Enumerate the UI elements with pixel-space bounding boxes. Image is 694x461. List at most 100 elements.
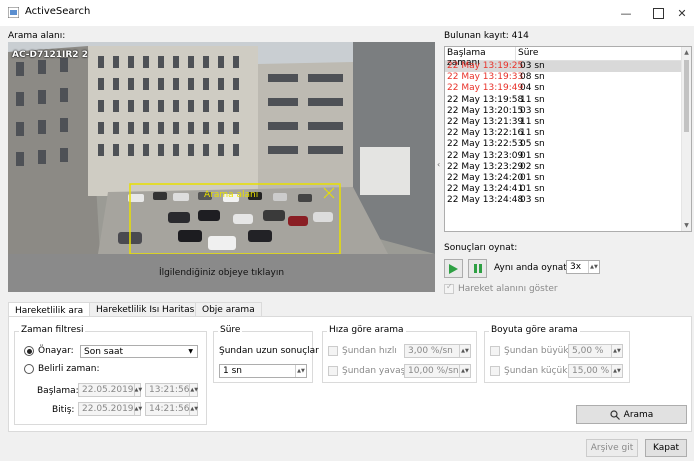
tab-heatmap[interactable]: Hareketlilik Isı Haritası xyxy=(89,302,204,317)
result-duration: 03 sn xyxy=(520,105,545,116)
slower-checkbox[interactable]: Şundan yavaş xyxy=(328,366,405,376)
result-duration: 05 sn xyxy=(520,139,545,150)
result-duration: 08 sn xyxy=(520,72,545,83)
stepper-arrows-icon: ▲▼ xyxy=(611,365,622,377)
result-duration: 01 sn xyxy=(520,172,545,183)
start-time-value: 13:21:56 xyxy=(149,385,190,395)
result-duration: 02 sn xyxy=(520,161,545,172)
faster-checkbox[interactable]: Şundan hızlı xyxy=(328,346,397,356)
bigger-checkbox[interactable]: Şundan büyük xyxy=(490,346,569,356)
result-row[interactable]: 22 May 13:19:49 04 sn xyxy=(445,83,691,94)
smaller-stepper[interactable]: 15,00 % ▲▼ xyxy=(568,364,623,378)
title-bar: ActiveSearch — ✕ xyxy=(0,0,694,26)
playback-label: Sonuçları oynat: xyxy=(444,243,518,253)
smaller-value: 15,00 % xyxy=(572,366,610,376)
result-time: 22 May 13:22:53 xyxy=(447,139,524,150)
end-time-field[interactable]: 14:21:56 ▲▼ xyxy=(145,402,198,416)
search-icon xyxy=(610,409,620,420)
stepper-arrows-icon: ▲▼ xyxy=(611,345,622,357)
result-row[interactable]: 22 May 13:19:58 11 sn xyxy=(445,95,691,106)
checkbox-icon: ✓ xyxy=(444,282,454,294)
show-motion-checkbox[interactable]: ✓ Hareket alanını göster xyxy=(444,282,558,294)
duration-stepper[interactable]: 1 sn ▲▼ xyxy=(219,364,307,378)
video-view[interactable]: AC-D7121IR2 2 Arama alanı İlgilendiğiniz… xyxy=(8,42,440,292)
result-row[interactable]: 22 May 13:23:29 02 sn xyxy=(445,162,691,173)
smaller-label: Şundan küçük xyxy=(504,366,568,376)
start-date-field[interactable]: 22.05.2019 ▲▼ xyxy=(78,383,142,397)
result-time: 22 May 13:19:33 xyxy=(447,72,524,83)
faster-label: Şundan hızlı xyxy=(342,346,397,356)
result-time: 22 May 13:22:16 xyxy=(447,128,524,139)
stepper-arrows-icon: ▲▼ xyxy=(459,345,470,357)
result-time: 22 May 13:24:20 xyxy=(447,172,524,183)
pause-button[interactable] xyxy=(468,259,487,278)
longer-than-label: Şundan uzun sonuçlar xyxy=(219,346,319,356)
stepper-arrows-icon[interactable]: ▲▼ xyxy=(588,261,599,273)
result-time: 22 May 13:24:41 xyxy=(447,184,524,195)
speed-title: Hıza göre arama xyxy=(327,325,406,335)
time-stepper-icon: ▲▼ xyxy=(189,403,198,415)
end-date-field[interactable]: 22.05.2019 ▲▼ xyxy=(78,402,142,416)
close-button[interactable]: Kapat xyxy=(645,439,687,457)
checkbox-icon xyxy=(490,346,500,356)
bigger-stepper[interactable]: 5,00 % ▲▼ xyxy=(568,344,623,358)
close-icon[interactable]: ✕ xyxy=(662,0,694,26)
end-date-value: 22.05.2019 xyxy=(82,404,134,414)
video-hint: İlgilendiğiniz objeye tıklayın xyxy=(8,254,435,292)
stepper-arrows-icon[interactable]: ▲▼ xyxy=(295,365,306,377)
result-row[interactable]: 22 May 13:21:39 11 sn xyxy=(445,117,691,128)
result-duration: 04 sn xyxy=(520,83,545,94)
result-row[interactable]: 22 May 13:23:09 01 sn xyxy=(445,151,691,162)
result-row[interactable]: 22 May 13:19:25 03 sn xyxy=(445,61,691,73)
date-stepper-icon: ▲▼ xyxy=(133,384,142,396)
result-row[interactable]: 22 May 13:24:48 03 sn xyxy=(445,195,691,206)
results-count: Bulunan kayıt: 414 xyxy=(444,31,529,41)
search-zone-label: Arama alanı xyxy=(204,190,259,200)
simultaneous-value: 3x xyxy=(570,262,582,272)
smaller-checkbox[interactable]: Şundan küçük xyxy=(490,366,567,376)
result-duration: 11 sn xyxy=(520,94,545,105)
result-row[interactable]: 22 May 13:24:20 01 sn xyxy=(445,173,691,184)
archive-button[interactable]: Arşive git xyxy=(586,439,638,457)
result-time: 22 May 13:24:48 xyxy=(447,195,524,206)
result-row[interactable]: 22 May 13:22:16 11 sn xyxy=(445,128,691,139)
result-row[interactable]: 22 May 13:20:15 03 sn xyxy=(445,106,691,117)
faster-stepper[interactable]: 3,00 %/sn ▲▼ xyxy=(404,344,471,358)
stepper-arrows-icon: ▲▼ xyxy=(459,365,470,377)
slower-label: Şundan yavaş xyxy=(342,366,406,376)
collapse-arrow-icon[interactable]: ‹ xyxy=(437,160,440,169)
parking-scene xyxy=(8,42,435,254)
start-time-field[interactable]: 13:21:56 ▲▼ xyxy=(145,383,198,397)
tab-object-search[interactable]: Obje arama xyxy=(195,302,262,317)
simultaneous-stepper[interactable]: 3x ▲▼ xyxy=(566,260,600,274)
preset-label: Önayar: xyxy=(38,346,74,356)
custom-time-radio[interactable]: Belirli zaman: xyxy=(24,364,100,374)
bigger-value: 5,00 % xyxy=(572,346,604,356)
result-row[interactable]: 22 May 13:19:33 08 sn xyxy=(445,72,691,83)
result-duration: 11 sn xyxy=(520,128,545,139)
result-row[interactable]: 22 May 13:24:41 01 sn xyxy=(445,184,691,195)
result-time: 22 May 13:23:09 xyxy=(447,150,524,161)
checkbox-icon xyxy=(328,366,338,376)
duration-title: Süre xyxy=(218,325,243,335)
result-duration: 01 sn xyxy=(520,184,545,195)
preset-radio[interactable]: Önayar: xyxy=(24,346,74,356)
faster-value: 3,00 %/sn xyxy=(408,346,453,356)
play-button[interactable] xyxy=(444,259,463,278)
results-list[interactable]: Başlama zamanı Süre 22 May 13:19:25 03 sn… xyxy=(444,46,692,232)
col-duration-header[interactable]: Süre xyxy=(516,47,550,60)
col-start-header[interactable]: Başlama zamanı xyxy=(445,47,516,68)
result-row[interactable]: 22 May 13:22:53 05 sn xyxy=(445,139,691,150)
end-label: Bitiş: xyxy=(52,405,75,415)
pause-icon xyxy=(473,264,482,273)
bigger-label: Şundan büyük xyxy=(504,346,569,356)
camera-image[interactable]: AC-D7121IR2 2 Arama alanı xyxy=(8,42,435,254)
slower-value: 10,00 %/sn xyxy=(408,366,459,376)
preset-select[interactable]: Son saat ▼ xyxy=(80,345,198,358)
results-rows: 22 May 13:19:25 03 sn 22 May 13:19:33 08 sn… xyxy=(445,61,691,206)
duration-value: 1 sn xyxy=(223,366,242,376)
search-button[interactable]: Arama xyxy=(576,405,687,424)
slower-stepper[interactable]: 10,00 %/sn ▲▼ xyxy=(404,364,471,378)
custom-time-label: Belirli zaman: xyxy=(38,364,100,374)
results-scrollbar[interactable]: ▲ ▼ xyxy=(681,47,691,231)
